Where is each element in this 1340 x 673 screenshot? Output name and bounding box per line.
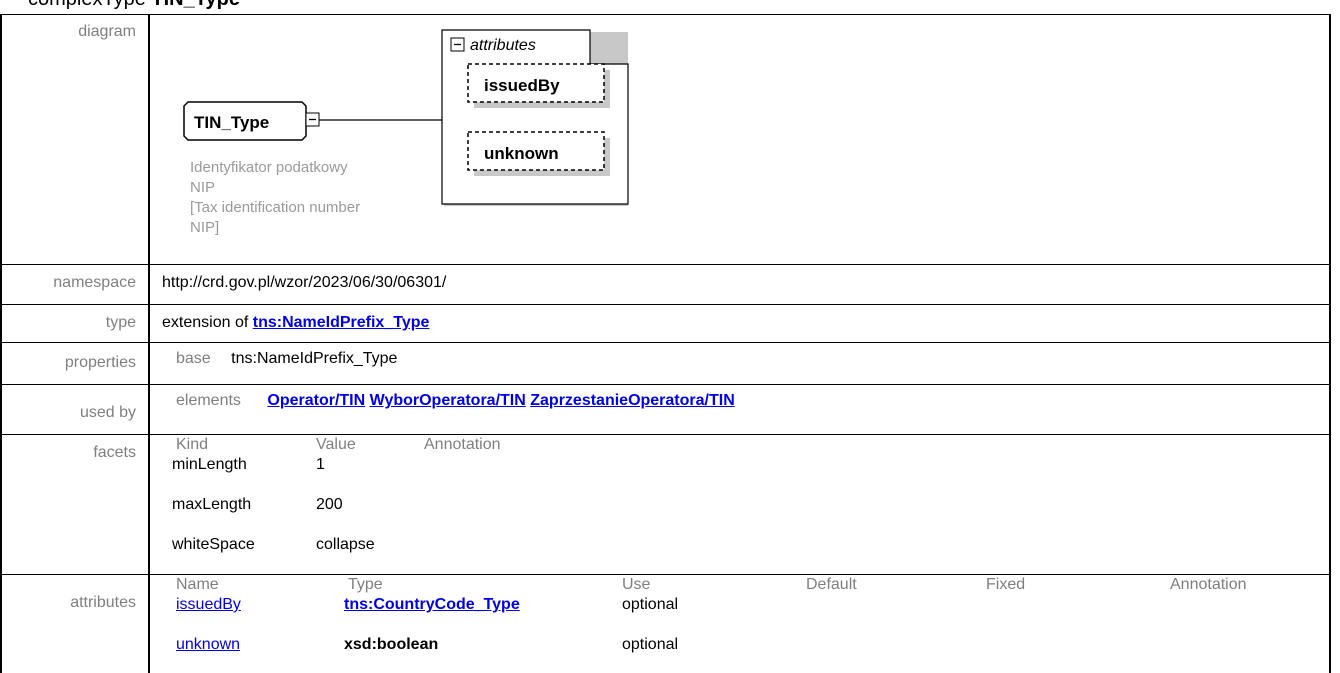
attributes-header-name: Name: [176, 576, 219, 593]
type-link[interactable]: tns:NameIdPrefix_Type: [253, 314, 430, 331]
attribute-type: xsd:boolean: [344, 636, 439, 653]
facet-value: collapse: [316, 536, 375, 553]
facets-header-value: Value: [316, 436, 356, 453]
attribute-use: optional: [622, 596, 679, 613]
attribute-use: optional: [622, 636, 679, 653]
row-label-properties: properties: [64, 354, 136, 371]
row-divider: [0, 264, 1331, 265]
row-label-attributes: attributes: [70, 594, 136, 611]
properties-key: base: [176, 350, 211, 367]
annotation-line-2: NIP: [190, 179, 216, 196]
row-label-namespace: namespace: [53, 274, 136, 291]
facet-kind: whiteSpace: [172, 536, 255, 553]
row-divider: [0, 574, 1331, 575]
attribute-type-link[interactable]: tns:CountryCode_Type: [344, 596, 520, 614]
schema-diagram: attributes issuedBy unknown TIN_Type Ide…: [150, 10, 650, 260]
row-divider: [0, 304, 1331, 305]
used-by-link-wyboroperatora-tin[interactable]: WyborOperatora/TIN: [370, 392, 526, 409]
annotation-line-1: Identyfikator podatkowy: [190, 159, 348, 176]
type-value: extension of tns:NameIdPrefix_Type: [162, 314, 429, 332]
attribute-name-link-unknown[interactable]: unknown: [176, 636, 240, 654]
attribute-name-link-issuedby[interactable]: issuedBy: [176, 596, 241, 614]
used-by-link-operator-tin[interactable]: Operator/TIN: [267, 392, 365, 409]
attributes-header-annotation: Annotation: [1170, 576, 1247, 593]
facet-kind: minLength: [172, 456, 247, 473]
attributes-header-default: Default: [806, 576, 857, 593]
attributes-header-fixed: Fixed: [986, 576, 1026, 593]
attr-issuedby-label: issuedBy: [484, 76, 560, 95]
row-divider: [0, 384, 1331, 385]
properties-value: tns:NameIdPrefix_Type: [231, 350, 398, 367]
element-annotation: Identyfikator podatkowy NIP [Tax identif…: [190, 158, 360, 238]
row-label-type: type: [105, 314, 136, 331]
attr-unknown-label: unknown: [484, 144, 559, 163]
row-label-diagram: diagram: [78, 23, 136, 40]
properties-row: base tns:NameIdPrefix_Type: [176, 350, 397, 368]
row-divider: [0, 434, 1331, 435]
facets-header-annotation: Annotation: [424, 436, 501, 453]
row-divider: [0, 342, 1331, 343]
used-by-row: elements Operator/TIN WyborOperatora/TIN…: [176, 392, 735, 410]
attributes-tab-label: attributes: [470, 37, 536, 54]
used-by-kind: elements: [176, 392, 241, 409]
facets-header-kind: Kind: [176, 436, 209, 453]
facet-value: 200: [316, 496, 343, 513]
annotation-line-3: [Tax identification number: [190, 199, 361, 216]
type-prefix: extension of: [162, 314, 253, 331]
schema-table: diagram namespace type properties used b…: [0, 0, 1331, 673]
attributes-header-use: Use: [622, 576, 651, 593]
element-name: TIN_Type: [194, 113, 269, 132]
attributes-header-type: Type: [348, 576, 383, 593]
facet-kind: maxLength: [172, 496, 252, 513]
facet-value: 1: [316, 456, 325, 473]
used-by-link-zaprzestanieoperatora-tin[interactable]: ZaprzestanieOperatora/TIN: [530, 392, 735, 409]
row-label-used-by: used by: [79, 404, 136, 421]
namespace-value: http://crd.gov.pl/wzor/2023/06/30/06301/: [162, 274, 447, 291]
annotation-line-4: NIP]: [190, 219, 220, 236]
row-label-facets: facets: [93, 444, 136, 461]
